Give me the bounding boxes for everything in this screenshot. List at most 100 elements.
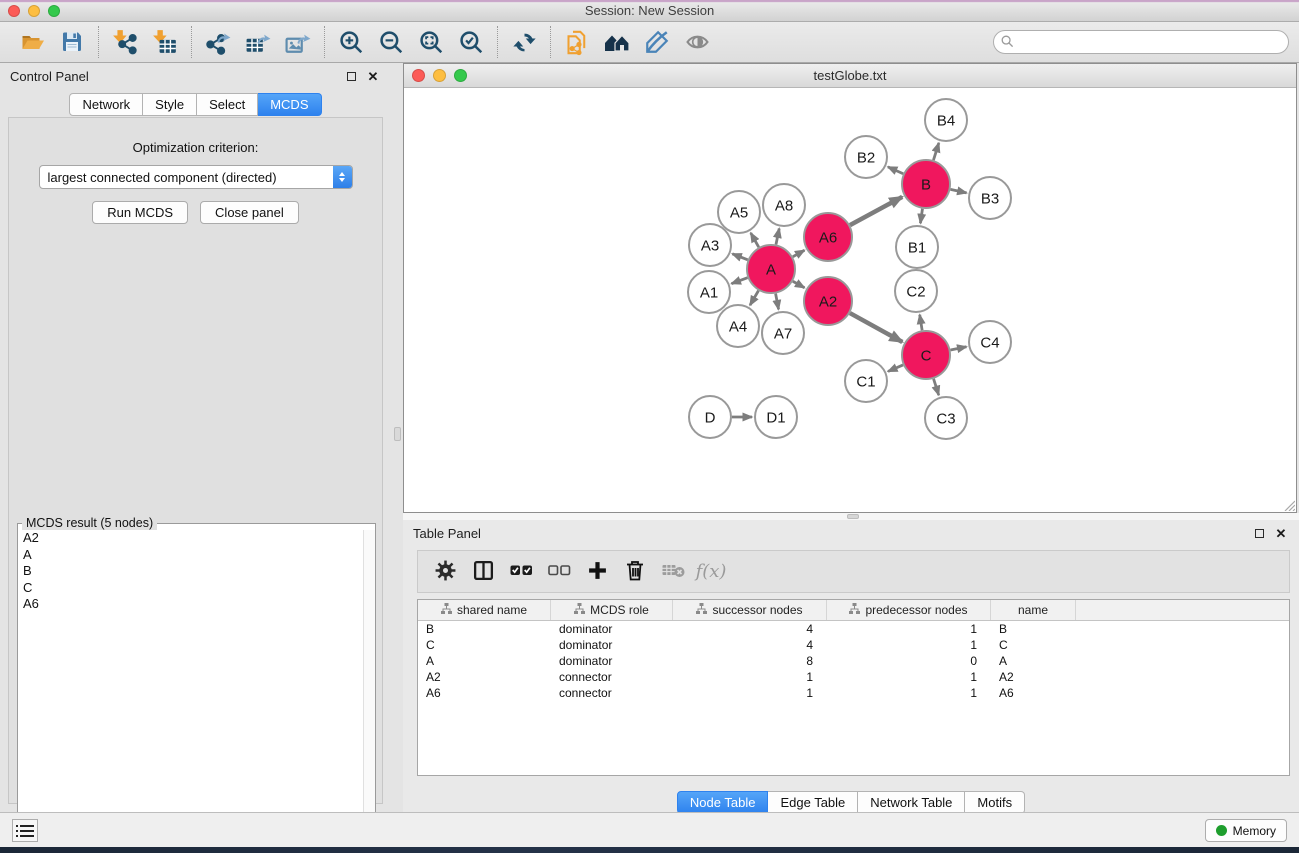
export-table-button[interactable]: [238, 25, 278, 59]
table-row[interactable]: A2connector11A2: [418, 669, 1289, 685]
delete-rows-button[interactable]: [616, 555, 654, 589]
search-input[interactable]: [993, 30, 1289, 54]
export-image-button[interactable]: [278, 25, 318, 59]
edge-B-B2[interactable]: [888, 167, 903, 174]
result-item[interactable]: B: [19, 563, 362, 580]
node-A[interactable]: A: [747, 245, 795, 293]
table-cell[interactable]: A: [991, 653, 1076, 669]
edge-C-C2[interactable]: [920, 315, 922, 331]
column-header-MCDS-role[interactable]: MCDS role: [551, 600, 673, 620]
export-network-button[interactable]: [198, 25, 238, 59]
settings-button[interactable]: [426, 555, 464, 589]
table-float-panel-icon[interactable]: [1251, 525, 1267, 541]
node-A4[interactable]: A4: [717, 305, 759, 347]
task-history-icon[interactable]: [12, 819, 38, 842]
edge-B-B1[interactable]: [920, 209, 922, 223]
result-item[interactable]: A: [19, 547, 362, 564]
horizontal-splitter-handle[interactable]: [847, 514, 859, 519]
node-A1[interactable]: A1: [688, 271, 730, 313]
edge-A-A2[interactable]: [793, 281, 805, 288]
node-C3[interactable]: C3: [925, 397, 967, 439]
edge-B-B3[interactable]: [950, 189, 966, 193]
table-cell[interactable]: connector: [551, 669, 673, 685]
edge-A-A6[interactable]: [793, 250, 805, 257]
node-B4[interactable]: B4: [925, 99, 967, 141]
optimization-criterion-dropdown[interactable]: largest connected component (directed): [39, 165, 353, 189]
table-cell[interactable]: 1: [673, 669, 827, 685]
edge-C-C1[interactable]: [888, 365, 903, 372]
node-A5[interactable]: A5: [718, 191, 760, 233]
node-D[interactable]: D: [689, 396, 731, 438]
edge-A-A5[interactable]: [751, 233, 759, 247]
table-cell[interactable]: B: [418, 621, 551, 637]
column-header-shared-name[interactable]: shared name: [418, 600, 551, 620]
tab-mcds[interactable]: MCDS: [258, 93, 321, 116]
table-cell[interactable]: 1: [827, 621, 991, 637]
memory-button[interactable]: Memory: [1205, 819, 1287, 842]
close-panel-icon[interactable]: ✕: [365, 68, 381, 84]
tab-motifs[interactable]: Motifs: [965, 791, 1025, 814]
edge-A-A3[interactable]: [732, 254, 747, 260]
node-B[interactable]: B: [902, 160, 950, 208]
network-from-file-button[interactable]: [557, 25, 597, 59]
table-cell[interactable]: A6: [991, 685, 1076, 701]
node-D1[interactable]: D1: [755, 396, 797, 438]
table-cell[interactable]: A6: [418, 685, 551, 701]
deselect-all-button[interactable]: [540, 555, 578, 589]
table-row[interactable]: Adominator80A: [418, 653, 1289, 669]
open-file-button[interactable]: [12, 25, 52, 59]
vertical-splitter-handle[interactable]: [394, 427, 401, 441]
float-panel-icon[interactable]: [343, 68, 359, 84]
table-cell[interactable]: 1: [827, 637, 991, 653]
zoom-in-button[interactable]: [331, 25, 371, 59]
show-columns-button[interactable]: [464, 555, 502, 589]
node-A6[interactable]: A6: [804, 213, 852, 261]
home-button[interactable]: [597, 25, 637, 59]
hide-labels-button[interactable]: [637, 25, 677, 59]
zoom-out-button[interactable]: [371, 25, 411, 59]
tab-network-table[interactable]: Network Table: [858, 791, 965, 814]
table-cell[interactable]: B: [991, 621, 1076, 637]
table-cell[interactable]: 4: [673, 637, 827, 653]
result-item[interactable]: C: [19, 580, 362, 597]
table-cell[interactable]: 4: [673, 621, 827, 637]
table-cell[interactable]: 1: [827, 685, 991, 701]
run-mcds-button[interactable]: Run MCDS: [92, 201, 188, 224]
column-header-predecessor-nodes[interactable]: predecessor nodes: [827, 600, 991, 620]
result-item[interactable]: A6: [19, 596, 362, 613]
zoom-selected-button[interactable]: [451, 25, 491, 59]
result-scrollbar[interactable]: [363, 530, 375, 853]
tab-node-table[interactable]: Node Table: [677, 791, 769, 814]
column-header-successor-nodes[interactable]: successor nodes: [673, 600, 827, 620]
table-cell[interactable]: 1: [673, 685, 827, 701]
select-all-button[interactable]: [502, 555, 540, 589]
table-cell[interactable]: connector: [551, 685, 673, 701]
node-C1[interactable]: C1: [845, 360, 887, 402]
edge-C-C3[interactable]: [934, 379, 939, 395]
table-cell[interactable]: C: [418, 637, 551, 653]
table-cell[interactable]: dominator: [551, 637, 673, 653]
edge-C-C4[interactable]: [950, 347, 966, 350]
table-cell[interactable]: 8: [673, 653, 827, 669]
node-A7[interactable]: A7: [762, 312, 804, 354]
edge-A-A7[interactable]: [776, 294, 779, 310]
zoom-fit-button[interactable]: [411, 25, 451, 59]
import-network-button[interactable]: [105, 25, 145, 59]
table-close-panel-icon[interactable]: ✕: [1273, 525, 1289, 541]
node-C[interactable]: C: [902, 331, 950, 379]
table-cell[interactable]: dominator: [551, 653, 673, 669]
table-cell[interactable]: dominator: [551, 621, 673, 637]
tab-edge-table[interactable]: Edge Table: [768, 791, 858, 814]
edge-A-A8[interactable]: [776, 229, 779, 245]
refresh-button[interactable]: [504, 25, 544, 59]
table-cell[interactable]: A2: [991, 669, 1076, 685]
edge-B-B4[interactable]: [933, 143, 938, 160]
table-cell[interactable]: A: [418, 653, 551, 669]
window-resize-grip[interactable]: [1282, 498, 1295, 511]
node-B1[interactable]: B1: [896, 226, 938, 268]
node-A8[interactable]: A8: [763, 184, 805, 226]
result-item[interactable]: A2: [19, 530, 362, 547]
table-cell[interactable]: 0: [827, 653, 991, 669]
column-header-name[interactable]: name: [991, 600, 1076, 620]
network-graph[interactable]: B4B2BB3A5A8A6B1A3AC2A1A2A4A7C4CC1C3DD1: [404, 88, 1296, 512]
